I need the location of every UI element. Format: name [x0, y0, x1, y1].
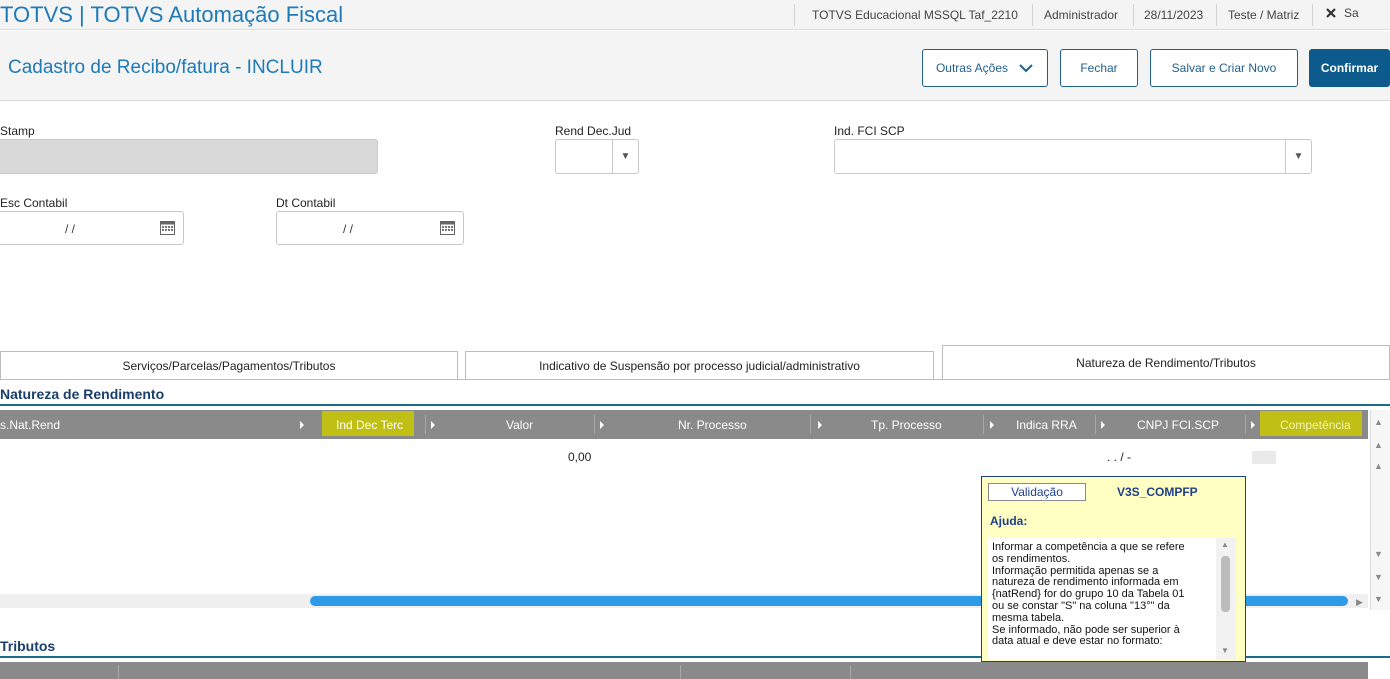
column-separator: [1095, 415, 1096, 434]
chevron-down-icon: [1019, 64, 1033, 73]
column-separator: [425, 415, 426, 434]
sort-arrow-icon[interactable]: [431, 421, 435, 429]
column-separator: [1245, 415, 1246, 434]
environment-label[interactable]: TOTVS Educacional MSSQL Taf_2210: [812, 8, 1018, 22]
table-row[interactable]: 0,00 . . / -: [0, 439, 1368, 465]
column-separator: [118, 665, 119, 679]
scroll-down-icon[interactable]: ▼: [1221, 646, 1229, 655]
tab-servicos[interactable]: Serviços/Parcelas/Pagamentos/Tributos: [0, 351, 458, 379]
branch-label[interactable]: Teste / Matriz: [1228, 8, 1299, 22]
ind-fci-scp-select[interactable]: ▼: [834, 139, 1312, 174]
user-label[interactable]: Administrador: [1044, 8, 1118, 22]
validation-tooltip: Validação V3S_COMPFP Ajuda: Informar a c…: [981, 476, 1246, 662]
ind-fci-scp-label: Ind. FCI SCP: [834, 124, 905, 138]
stamp-label: Stamp: [0, 124, 35, 138]
rend-dec-jud-select[interactable]: ▼: [555, 139, 639, 174]
rend-dec-jud-label: Rend Dec.Jud: [555, 124, 632, 138]
sort-arrow-icon[interactable]: [300, 421, 304, 429]
dt-contabil-date-input[interactable]: / /: [276, 211, 464, 245]
tab-divider: [0, 379, 1390, 380]
divider: [1312, 4, 1313, 26]
col-ind-dec-terc[interactable]: Ind Dec Terc: [336, 410, 403, 439]
column-separator: [810, 415, 811, 434]
natureza-grid-header: s.Nat.Rend Ind Dec Terc Valor Nr. Proces…: [0, 410, 1368, 439]
sort-arrow-icon[interactable]: [600, 421, 604, 429]
more-actions-button[interactable]: Outras Ações: [922, 49, 1048, 87]
column-separator: [983, 415, 984, 434]
sort-arrow-icon[interactable]: [818, 421, 822, 429]
tributos-section-title: Tributos: [0, 638, 56, 654]
column-separator: [680, 665, 681, 679]
scroll-up-icon[interactable]: ▲: [1374, 461, 1383, 471]
scroll-top-icon[interactable]: ▲: [1374, 417, 1383, 427]
validation-button[interactable]: Validação: [988, 483, 1086, 501]
dt-contabil-label: Dt Contabil: [276, 196, 336, 210]
help-text: Informar a competência a que se refere o…: [992, 541, 1185, 648]
section-divider: [0, 404, 1390, 406]
natureza-section-title: Natureza de Rendimento: [0, 386, 165, 402]
help-label: Ajuda:: [990, 514, 1028, 528]
cell-cnpj[interactable]: . . / -: [1107, 450, 1131, 464]
column-separator: [594, 415, 595, 434]
field-code: V3S_COMPFP: [1117, 485, 1198, 499]
help-scrollbar[interactable]: ▲ ▼: [1216, 538, 1236, 660]
stamp-field: [0, 139, 378, 174]
tab-natureza-rendimento[interactable]: Natureza de Rendimento/Tributos: [942, 345, 1390, 379]
close-button[interactable]: Fechar: [1060, 49, 1138, 87]
col-competencia[interactable]: Competência: [1280, 410, 1351, 439]
col-nat-rend[interactable]: s.Nat.Rend: [0, 410, 60, 439]
scroll-up-icon[interactable]: ▲: [1221, 540, 1229, 549]
tributos-grid-header: [0, 662, 1368, 679]
scroll-right-icon[interactable]: ▶: [1356, 597, 1363, 608]
confirm-button[interactable]: Confirmar: [1309, 49, 1390, 87]
caret-down-icon: ▼: [1285, 140, 1311, 173]
close-icon: [1326, 8, 1336, 18]
calendar-icon[interactable]: [440, 220, 455, 235]
page-header: Cadastro de Recibo/fatura - INCLUIR Outr…: [0, 31, 1390, 101]
col-cnpj-fci-scp[interactable]: CNPJ FCI.SCP: [1137, 410, 1219, 439]
exit-label: Sa: [1344, 6, 1359, 20]
help-text-box[interactable]: Informar a competência a que se refere o…: [988, 538, 1236, 660]
divider: [1133, 4, 1134, 26]
tab-indicativo-suspensao[interactable]: Indicativo de Suspensão por processo jud…: [465, 351, 934, 379]
scroll-page-down-icon[interactable]: ▼: [1374, 572, 1383, 582]
divider: [1216, 4, 1217, 26]
cell-valor[interactable]: 0,00: [568, 450, 591, 464]
divider: [1032, 4, 1033, 26]
exit-button[interactable]: Sa: [1324, 6, 1359, 20]
scroll-bottom-icon[interactable]: ▼: [1374, 594, 1383, 604]
page-title: Cadastro de Recibo/fatura - INCLUIR: [8, 57, 323, 78]
scroll-down-icon[interactable]: ▼: [1374, 549, 1383, 559]
help-scroll-thumb[interactable]: [1221, 556, 1230, 612]
caret-down-icon: ▼: [612, 140, 638, 173]
top-bar: TOTVS | TOTVS Automação Fiscal TOTVS Edu…: [0, 0, 1390, 30]
esc-contabil-date-input[interactable]: / /: [0, 211, 184, 245]
cell-competencia[interactable]: [1252, 451, 1276, 464]
divider: [794, 4, 795, 26]
col-tp-processo[interactable]: Tp. Processo: [871, 410, 942, 439]
esc-contabil-label: Esc Contabil: [0, 196, 68, 210]
sort-arrow-icon[interactable]: [1251, 421, 1255, 429]
calendar-icon[interactable]: [160, 220, 175, 235]
app-title: TOTVS | TOTVS Automação Fiscal: [0, 2, 344, 27]
col-indica-rra[interactable]: Indica RRA: [1016, 410, 1077, 439]
esc-contabil-value: / /: [65, 222, 76, 236]
sort-arrow-icon[interactable]: [990, 421, 994, 429]
col-valor[interactable]: Valor: [506, 410, 533, 439]
date-label[interactable]: 28/11/2023: [1144, 8, 1203, 22]
sort-arrow-icon[interactable]: [1101, 421, 1105, 429]
more-actions-label: Outras Ações: [935, 61, 1009, 75]
dt-contabil-value: / /: [343, 222, 354, 236]
column-separator: [850, 665, 851, 679]
col-nr-processo[interactable]: Nr. Processo: [678, 410, 747, 439]
scroll-page-up-icon[interactable]: ▲: [1374, 440, 1383, 450]
save-and-new-button[interactable]: Salvar e Criar Novo: [1150, 49, 1298, 87]
